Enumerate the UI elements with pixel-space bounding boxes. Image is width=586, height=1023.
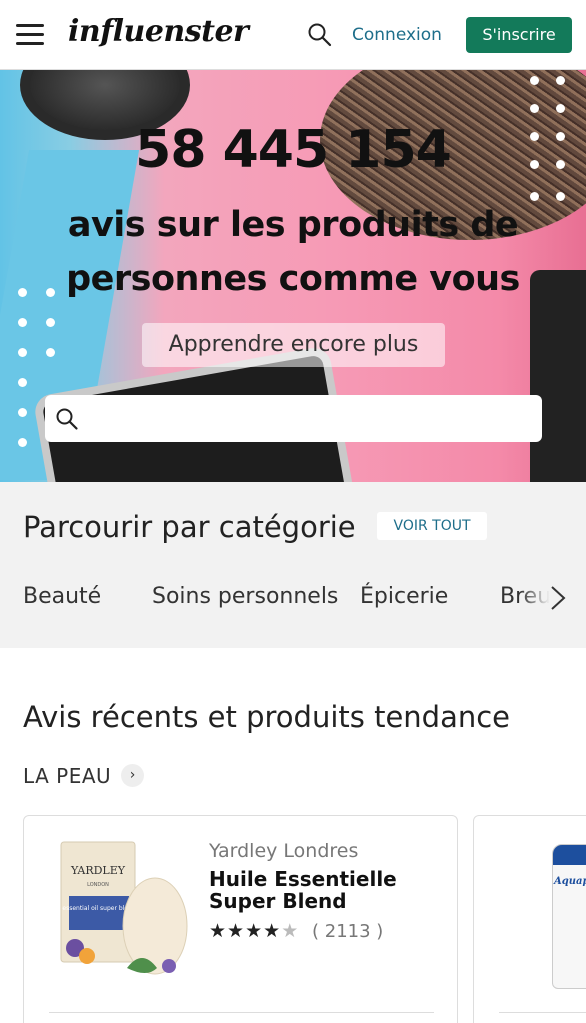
- chevron-right-icon[interactable]: [544, 583, 570, 613]
- product-image: [552, 844, 586, 989]
- subcategory-label[interactable]: LA PEAU: [23, 764, 111, 788]
- decor-dot: [556, 104, 565, 113]
- decor-dot: [46, 318, 55, 327]
- decor-dot: [18, 438, 27, 447]
- learn-more-button[interactable]: Apprendre encore plus: [142, 323, 445, 367]
- category-item-beaute[interactable]: Beauté: [23, 584, 101, 609]
- signup-button[interactable]: S'inscrire: [466, 17, 572, 53]
- hero-banner: 58 445 154 avis sur les produits de pers…: [0, 70, 586, 482]
- review-count: ( 2113 ): [312, 921, 384, 942]
- product-image-brand-text: YARDLEY: [70, 864, 126, 877]
- product-image-brand-text: Aquaphor: [554, 876, 586, 887]
- decor-dot: [18, 348, 27, 357]
- product-card[interactable]: Aquaphor: [473, 815, 586, 1023]
- search-icon[interactable]: [307, 22, 333, 48]
- decor-dot: [530, 76, 539, 85]
- card-divider: [49, 1012, 434, 1013]
- chevron-right-icon[interactable]: ›: [121, 764, 144, 787]
- star-full-icon: ★: [227, 920, 246, 942]
- star-full-icon: ★: [245, 920, 264, 942]
- card-divider: [499, 1012, 586, 1013]
- hero-search-box[interactable]: [45, 395, 542, 442]
- product-card[interactable]: YARDLEY LONDON essential oil super blend…: [23, 815, 458, 1023]
- recent-section-title: Avis récents et produits tendance: [23, 700, 511, 734]
- category-item-epicerie[interactable]: Épicerie: [360, 584, 448, 609]
- decor-dot: [18, 408, 27, 417]
- decor-dot: [18, 318, 27, 327]
- product-image: YARDLEY LONDON essential oil super blend: [60, 841, 188, 975]
- decor-dot: [46, 348, 55, 357]
- logo[interactable]: influenster: [68, 14, 249, 49]
- hamburger-menu-icon[interactable]: [16, 24, 44, 46]
- hero-subtitle: avis sur les produits de personnes comme…: [66, 205, 520, 299]
- star-full-icon: ★: [263, 920, 282, 942]
- search-icon: [56, 408, 78, 430]
- product-image-sub-text: LONDON: [87, 882, 109, 888]
- decor-dot: [18, 378, 27, 387]
- star-full-icon: ★: [209, 920, 228, 942]
- review-count-headline: 58 445 154: [135, 120, 452, 180]
- category-browser: Parcourir par catégorie VOIR TOUT Beauté…: [0, 482, 586, 648]
- top-header: influenster Connexion S'inscrire: [0, 0, 586, 70]
- decor-dot: [530, 104, 539, 113]
- product-brand: Yardley Londres: [209, 840, 359, 862]
- star-rating: ★★★★★: [209, 920, 299, 942]
- see-all-button[interactable]: VOIR TOUT: [377, 512, 487, 540]
- product-name[interactable]: Huile Essentielle Super Blend: [209, 868, 439, 912]
- decor-dot: [556, 192, 565, 201]
- decor-dot: [556, 76, 565, 85]
- search-input[interactable]: [87, 403, 527, 433]
- decor-dot: [18, 288, 27, 297]
- login-link[interactable]: Connexion: [352, 25, 442, 45]
- category-section-title: Parcourir par catégorie: [23, 510, 356, 544]
- category-item-soins-personnels[interactable]: Soins personnels: [152, 584, 338, 609]
- star-half-icon: ★: [281, 920, 300, 942]
